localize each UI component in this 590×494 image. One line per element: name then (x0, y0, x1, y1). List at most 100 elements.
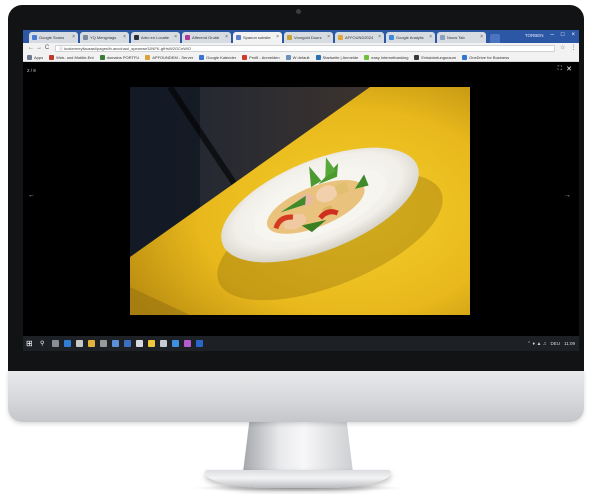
bookmark-favicon-icon (364, 54, 370, 60)
screen: Google Scans × YQ Mengvlags × Arbo en Locati… (23, 30, 579, 351)
taskbar-app-icon[interactable] (136, 340, 143, 347)
tray-icons[interactable]: ⌃ ♦ ▲ ♫ (527, 341, 547, 347)
monitor-chin (8, 370, 584, 422)
bookmark-label: Startseite | Anmelde (322, 54, 359, 60)
browser-tab[interactable]: AFFOUND2024 × (335, 32, 384, 43)
bookmark-label: domains PORTFU (106, 54, 140, 60)
tray-language[interactable]: DEU (551, 341, 561, 346)
bookmark-label: Profil - Anmelden (249, 54, 280, 60)
previous-arrow-icon[interactable]: ← (28, 192, 35, 199)
monitor-base (205, 470, 391, 488)
system-tray: ⌃ ♦ ▲ ♫ DEU 11:09 (527, 336, 575, 351)
bookmark-favicon-icon (99, 54, 105, 60)
taskbar-app-icon[interactable] (124, 340, 131, 347)
bookmark-item[interactable]: Google Kalender (199, 54, 237, 60)
tab-favicon-icon (185, 35, 190, 40)
tab-close-icon[interactable]: × (174, 35, 177, 40)
browser-tab[interactable]: Google Scans × (29, 32, 78, 43)
bookmark-item[interactable]: APFOUNDEM - Server (145, 54, 194, 60)
browser-tab[interactable]: Spaeon subsite × (233, 32, 282, 43)
tab-close-icon[interactable]: × (72, 35, 75, 40)
tab-close-icon[interactable]: × (480, 35, 483, 40)
tab-favicon-icon (236, 35, 241, 40)
back-icon[interactable]: ← (27, 43, 35, 53)
bookmark-label: OneDrive for Business (469, 54, 510, 60)
tray-clock[interactable]: 11:09 (564, 341, 575, 346)
address-bar-row: ← → C ⓘ kustermeyllausasl/pages/fv.ancch… (23, 43, 579, 53)
tab-close-icon[interactable]: × (225, 35, 228, 40)
taskbar-app-icon[interactable] (100, 340, 107, 347)
bookmark-item[interactable]: W default (285, 54, 310, 60)
taskbar-app-icon[interactable] (172, 340, 179, 347)
taskbar-app-icon[interactable] (148, 340, 155, 347)
url-input[interactable]: ⓘ kustermeyllausasl/pages/fv.ancchaul_sp… (55, 44, 555, 52)
tab-label: Nouw Tab (447, 35, 465, 40)
bookmark-favicon-icon (242, 54, 248, 60)
search-icon[interactable]: ⚲ (40, 340, 47, 347)
bookmark-label: Entwickelungsraum (421, 54, 457, 60)
close-icon[interactable]: ✕ (566, 65, 572, 73)
image-counter: 2 / 9 (27, 68, 36, 73)
bookmark-favicon-icon (27, 54, 32, 60)
tab-label: Voorgold Duurz (294, 35, 322, 40)
bookmark-item[interactable]: OneDrive for Business (462, 54, 510, 60)
browser-tab[interactable]: Nouw Tab × (437, 32, 486, 43)
profile-name[interactable]: TORBEN (525, 33, 544, 38)
bookmark-item[interactable]: Profil - Anmelden (242, 54, 280, 60)
reload-icon[interactable]: C (43, 43, 51, 53)
next-arrow-icon[interactable]: → (564, 192, 571, 199)
bookmark-favicon-icon (49, 54, 55, 60)
bookmark-label: Apps (34, 54, 44, 60)
taskbar-app-icon[interactable] (112, 340, 119, 347)
tab-favicon-icon (134, 35, 139, 40)
bookmark-item[interactable]: domains PORTFU (99, 54, 140, 60)
bookmark-label: Google Kalender (206, 54, 237, 60)
tab-label: YQ Mengvlags (90, 35, 117, 40)
taskbar-app-icon[interactable] (64, 340, 71, 347)
bookmark-item[interactable]: Apps (27, 54, 44, 60)
bookmark-item[interactable]: Startseite | Anmelde (315, 54, 359, 60)
minimize-icon[interactable]: – (551, 31, 554, 39)
image-lightbox: 2 / 9 ⛶ ✕ ← → (23, 62, 579, 338)
taskbar-app-icon[interactable] (76, 340, 83, 347)
window-controls: TORBEN – □ × (525, 31, 575, 39)
browser-menu-icon[interactable]: ⋮ (570, 43, 576, 53)
forward-icon[interactable]: → (35, 43, 43, 53)
tab-favicon-icon (287, 35, 292, 40)
taskbar-app-icon[interactable] (160, 340, 167, 347)
start-button-icon[interactable]: ⊞ (26, 336, 35, 351)
bookmark-label: Web- und Mobile-Ent (56, 54, 94, 60)
browser-tab-strip: Google Scans × YQ Mengvlags × Arbo en Locati… (23, 30, 579, 43)
tab-close-icon[interactable]: × (276, 35, 279, 40)
window-close-icon[interactable]: × (571, 31, 575, 39)
browser-tab[interactable]: Voorgold Duurz × (284, 32, 333, 43)
bookmark-label: APFOUNDEM - Server (152, 54, 194, 60)
tab-favicon-icon (389, 35, 394, 40)
tab-favicon-icon (440, 35, 445, 40)
tab-close-icon[interactable]: × (123, 35, 126, 40)
bookmark-item[interactable]: Entwickelungsraum (414, 54, 457, 60)
browser-tab[interactable]: YQ Mengvlags × (80, 32, 129, 43)
browser-tab[interactable]: Arbo en Locatie × (131, 32, 180, 43)
browser-tab[interactable]: Google Analytic × (386, 32, 435, 43)
bookmark-star-icon[interactable]: ☆ (560, 43, 565, 53)
browser-tab[interactable]: Afferend Grubb × (182, 32, 231, 43)
taskbar-app-icon[interactable] (88, 340, 95, 347)
taskbar-app-icon[interactable] (52, 340, 59, 347)
tab-close-icon[interactable]: × (378, 35, 381, 40)
bookmark-label: W default (292, 54, 310, 60)
taskbar-app-icon[interactable] (196, 340, 203, 347)
bookmark-favicon-icon (285, 54, 291, 60)
tab-close-icon[interactable]: × (327, 35, 330, 40)
new-tab-button[interactable] (490, 34, 500, 43)
webcam (296, 9, 301, 14)
tab-favicon-icon (338, 35, 343, 40)
bookmarks-bar: Apps Web- und Mobile-Ent domains PORTFU APF… (23, 53, 579, 62)
tab-close-icon[interactable]: × (429, 35, 432, 40)
secure-info-icon[interactable]: ⓘ (59, 46, 63, 51)
taskbar-app-icon[interactable] (184, 340, 191, 347)
fullscreen-icon[interactable]: ⛶ (558, 66, 562, 73)
maximize-icon[interactable]: □ (561, 31, 565, 39)
bookmark-item[interactable]: Web- und Mobile-Ent (49, 54, 94, 60)
bookmark-item[interactable]: easy Internetbanking (364, 54, 408, 60)
